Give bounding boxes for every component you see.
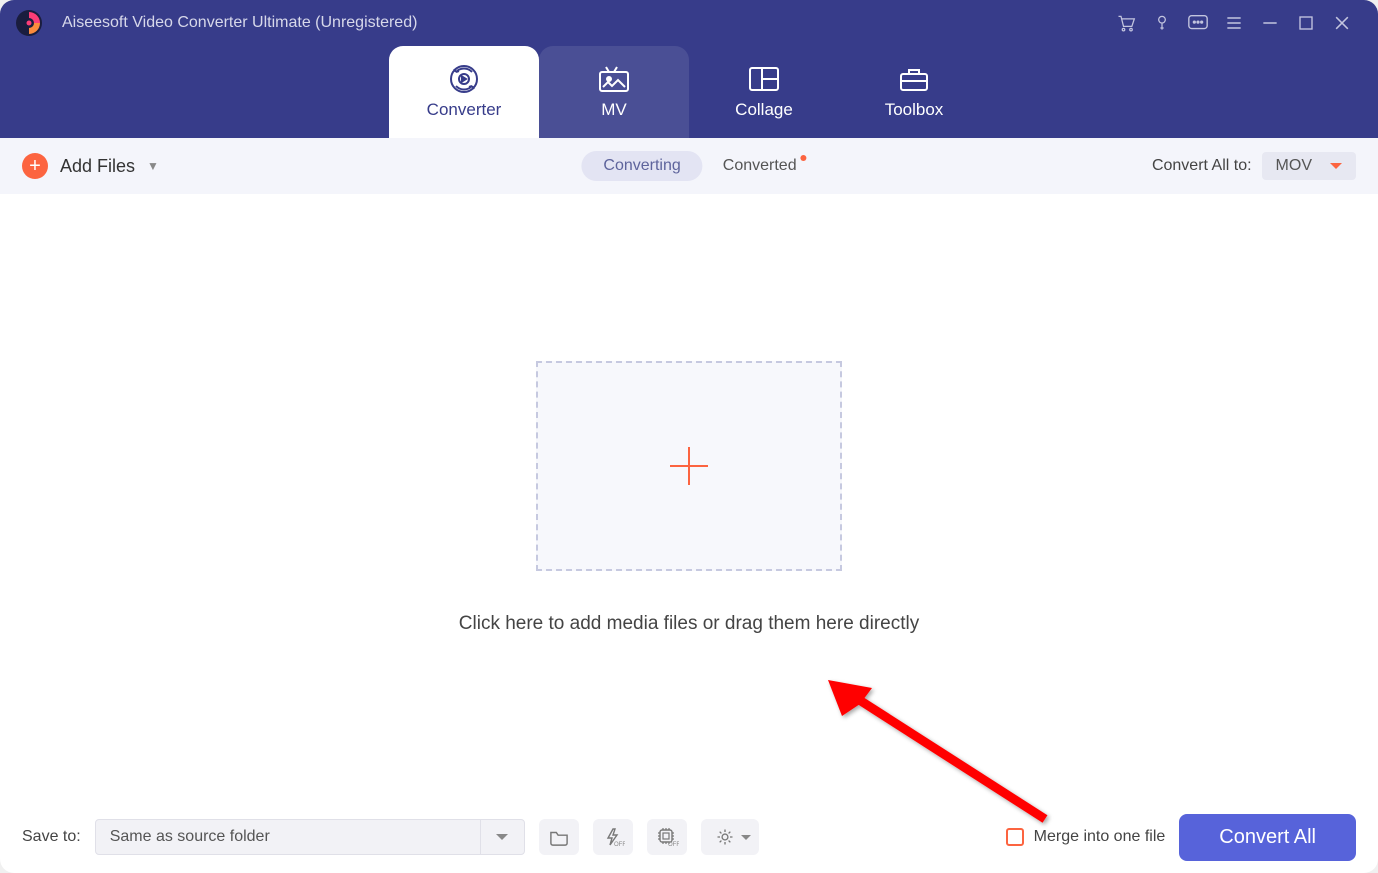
toolbox-icon [897,64,931,94]
menu-icon[interactable] [1216,0,1252,46]
open-folder-button[interactable] [539,819,579,855]
app-title: Aiseesoft Video Converter Ultimate (Unre… [62,14,417,32]
register-icon[interactable] [1144,0,1180,46]
mv-icon [597,64,631,94]
add-files-label: Add Files [60,156,135,177]
close-icon[interactable] [1324,0,1360,46]
tab-collage[interactable]: Collage [689,46,839,138]
bottom-bar: Save to: Same as source folder OFF OFF [0,801,1378,873]
tab-label: Converter [427,100,502,120]
converter-icon [447,64,481,94]
plus-icon: + [22,153,48,179]
convert-all-button[interactable]: Convert All [1179,814,1356,861]
main-drop-area: Click here to add media files or drag th… [0,194,1378,801]
minimize-icon[interactable] [1252,0,1288,46]
lightning-off-icon: OFF [601,827,625,847]
tab-label: Toolbox [885,100,944,120]
format-selected-value: MOV [1276,157,1312,174]
svg-text:OFF: OFF [614,842,625,847]
chevron-down-icon: ▼ [147,159,159,173]
status-converting[interactable]: Converting [581,151,702,181]
checkbox-icon [1006,828,1024,846]
main-tabs: Converter MV Collage [0,46,1378,138]
tab-converter[interactable]: Converter [389,46,539,138]
feedback-icon[interactable] [1180,0,1216,46]
merge-into-one-checkbox[interactable]: Merge into one file [1006,828,1166,846]
convert-all-to-label: Convert All to: [1152,157,1252,175]
titlebar: Aiseesoft Video Converter Ultimate (Unre… [0,0,1378,46]
plus-icon [662,439,716,493]
gpu-accel-toggle[interactable]: OFF [647,819,687,855]
save-to-value: Same as source folder [110,828,270,846]
tab-label: MV [601,100,627,120]
app-window: Aiseesoft Video Converter Ultimate (Unre… [0,0,1378,873]
tab-mv[interactable]: MV [539,46,689,138]
svg-text:OFF: OFF [668,842,679,847]
save-to-label: Save to: [22,828,81,846]
collage-icon [747,64,781,94]
chip-off-icon: OFF [655,827,679,847]
status-tabs: Converting Converted [581,151,796,181]
output-format-select[interactable]: MOV [1262,152,1356,180]
task-settings-button[interactable] [701,819,759,855]
save-to-select[interactable]: Same as source folder [95,819,525,855]
app-logo-icon [14,8,44,38]
drop-zone[interactable] [536,361,842,571]
toolbar: + Add Files ▼ Converting Converted Conve… [0,138,1378,194]
tab-label: Collage [735,100,793,120]
status-converted[interactable]: Converted [723,157,797,175]
drop-hint-text: Click here to add media files or drag th… [459,613,919,635]
tab-toolbox[interactable]: Toolbox [839,46,989,138]
high-speed-toggle[interactable]: OFF [593,819,633,855]
convert-all-to-group: Convert All to: MOV [1152,152,1356,180]
folder-icon [548,828,570,846]
notification-dot-icon [801,155,807,161]
maximize-icon[interactable] [1288,0,1324,46]
chevron-down-icon [480,820,524,854]
status-converted-label: Converted [723,157,797,174]
add-files-button[interactable]: + Add Files ▼ [22,153,159,179]
merge-label: Merge into one file [1034,828,1166,846]
gear-icon [715,827,735,847]
purchase-icon[interactable] [1108,0,1144,46]
